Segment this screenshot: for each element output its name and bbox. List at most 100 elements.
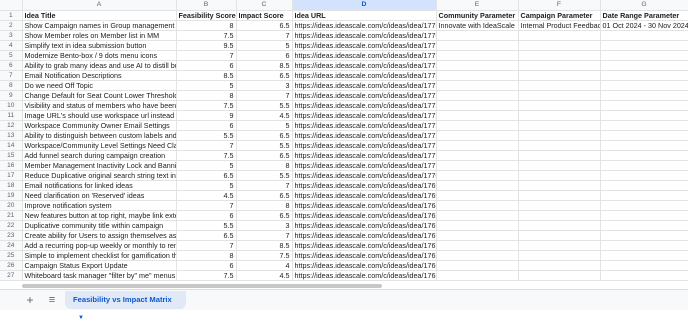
row-header[interactable]: 11	[0, 110, 23, 121]
cell-imp[interactable]: 6.5	[236, 130, 293, 141]
row-header[interactable]: 2	[0, 20, 23, 31]
cell-url[interactable]: https://ideas.ideascale.com/c/ideas/idea…	[292, 70, 437, 81]
cell-campaign[interactable]	[518, 160, 601, 171]
cell-feas[interactable]: 8	[176, 250, 237, 261]
cell-url[interactable]: https://ideas.ideascale.com/c/ideas/idea…	[292, 40, 437, 51]
cell-title[interactable]: Simplify text in idea submission button	[22, 40, 177, 51]
column-header-b[interactable]: B	[176, 0, 237, 11]
cell-feas[interactable]: 5.5	[176, 130, 237, 141]
cell-community[interactable]	[436, 110, 519, 121]
horizontal-scrollbar[interactable]	[22, 284, 382, 288]
cell-url[interactable]: Idea URL	[292, 10, 437, 21]
cell-community[interactable]	[436, 40, 519, 51]
cell-imp[interactable]: 6.5	[236, 190, 293, 201]
cell-url[interactable]: https://ideas.ideascale.com/c/ideas/idea…	[292, 190, 437, 201]
cell-title[interactable]: Add funnel search during campaign creati…	[22, 150, 177, 161]
cell-community[interactable]	[436, 270, 519, 281]
cell-campaign[interactable]: Campaign Parameter	[518, 10, 601, 21]
cell-community[interactable]: Innovate with IdeaScale	[436, 20, 519, 31]
cell-imp[interactable]: 6	[236, 50, 293, 61]
cell-title[interactable]: Campaign Status Export Update	[22, 260, 177, 271]
cell-feas[interactable]: 8	[176, 90, 237, 101]
sheet-tab-feasibility-impact[interactable]: Feasibility vs Impact Matrix▼	[65, 291, 186, 321]
cell-community[interactable]	[436, 80, 519, 91]
select-all-corner[interactable]	[0, 0, 23, 11]
row-header[interactable]: 3	[0, 30, 23, 41]
cell-date[interactable]	[600, 140, 688, 151]
cell-feas[interactable]: 5	[176, 80, 237, 91]
cell-feas[interactable]: 7	[176, 200, 237, 211]
cell-feas[interactable]: 9.5	[176, 40, 237, 51]
cell-url[interactable]: https://ideas.ideascale.com/c/ideas/idea…	[292, 100, 437, 111]
cell-date[interactable]	[600, 90, 688, 101]
cell-title[interactable]: Simple to implement checklist for gamifi…	[22, 250, 177, 261]
cell-url[interactable]: https://ideas.ideascale.com/c/ideas/idea…	[292, 170, 437, 181]
cell-title[interactable]: Change Default for Seat Count Lower Thre…	[22, 90, 177, 101]
cell-title[interactable]: Ability to distinguish between custom la…	[22, 130, 177, 141]
row-header[interactable]: 23	[0, 230, 23, 241]
cell-url[interactable]: https://ideas.ideascale.com/c/ideas/idea…	[292, 260, 437, 271]
cell-community[interactable]	[436, 160, 519, 171]
cell-date[interactable]	[600, 110, 688, 121]
cell-campaign[interactable]	[518, 180, 601, 191]
cell-date[interactable]	[600, 180, 688, 191]
row-header[interactable]: 22	[0, 220, 23, 231]
cell-url[interactable]: https://ideas.ideascale.com/c/ideas/idea…	[292, 110, 437, 121]
row-header[interactable]: 25	[0, 250, 23, 261]
cell-feas[interactable]: Feasibility Score	[176, 10, 237, 21]
row-header[interactable]: 12	[0, 120, 23, 131]
cell-campaign[interactable]	[518, 100, 601, 111]
cell-campaign[interactable]: Internal Product Feedback P	[518, 20, 601, 31]
cell-campaign[interactable]	[518, 220, 601, 231]
cell-campaign[interactable]	[518, 90, 601, 101]
column-header-g[interactable]: G	[600, 0, 688, 11]
cell-feas[interactable]: 6	[176, 60, 237, 71]
row-header[interactable]: 26	[0, 260, 23, 271]
cell-campaign[interactable]	[518, 210, 601, 221]
row-header[interactable]: 24	[0, 240, 23, 251]
add-sheet-icon[interactable]: +	[23, 293, 37, 307]
row-header[interactable]: 15	[0, 150, 23, 161]
cell-feas[interactable]: 5	[176, 160, 237, 171]
cell-date[interactable]	[600, 270, 688, 281]
cell-url[interactable]: https://ideas.ideascale.com/c/ideas/idea…	[292, 160, 437, 171]
cell-url[interactable]: https://ideas.ideascale.com/c/ideas/idea…	[292, 120, 437, 131]
cell-url[interactable]: https://ideas.ideascale.com/c/ideas/idea…	[292, 210, 437, 221]
cell-url[interactable]: https://ideas.ideascale.com/c/ideas/idea…	[292, 30, 437, 41]
cell-feas[interactable]: 6.5	[176, 170, 237, 181]
cell-date[interactable]	[600, 30, 688, 41]
cell-imp[interactable]: 4	[236, 260, 293, 271]
cell-title[interactable]: Workspace/Community Level Settings Need …	[22, 140, 177, 151]
cell-title[interactable]: Visibility and status of members who hav…	[22, 100, 177, 111]
cell-campaign[interactable]	[518, 150, 601, 161]
cell-date[interactable]: 01 Oct 2024 - 30 Nov 2024	[600, 20, 688, 31]
cell-imp[interactable]: 5.5	[236, 170, 293, 181]
cell-imp[interactable]: 7	[236, 30, 293, 41]
cell-url[interactable]: https://ideas.ideascale.com/c/ideas/idea…	[292, 50, 437, 61]
row-header[interactable]: 27	[0, 270, 23, 281]
cell-imp[interactable]: 7	[236, 90, 293, 101]
row-header[interactable]: 8	[0, 80, 23, 91]
cell-community[interactable]	[436, 230, 519, 241]
cell-feas[interactable]: 6.5	[176, 230, 237, 241]
row-header[interactable]: 1	[0, 10, 23, 21]
cell-title[interactable]: Ability to grab many ideas and use AI to…	[22, 60, 177, 71]
cell-feas[interactable]: 7.5	[176, 150, 237, 161]
row-header[interactable]: 6	[0, 60, 23, 71]
cell-feas[interactable]: 6	[176, 260, 237, 271]
cell-imp[interactable]: 3	[236, 220, 293, 231]
cell-community[interactable]	[436, 250, 519, 261]
row-header[interactable]: 18	[0, 180, 23, 191]
cell-title[interactable]: Image URL's should use workspace url ins…	[22, 110, 177, 121]
cell-title[interactable]: Email notifications for linked ideas	[22, 180, 177, 191]
cell-url[interactable]: https://ideas.ideascale.com/c/ideas/idea…	[292, 220, 437, 231]
cell-community[interactable]: Community Parameter	[436, 10, 519, 21]
cell-feas[interactable]: 8.5	[176, 70, 237, 81]
cell-feas[interactable]: 7.5	[176, 30, 237, 41]
cell-community[interactable]	[436, 240, 519, 251]
cell-date[interactable]	[600, 190, 688, 201]
cell-feas[interactable]: 6	[176, 120, 237, 131]
cell-feas[interactable]: 7	[176, 140, 237, 151]
cell-imp[interactable]: 6.5	[236, 150, 293, 161]
cell-campaign[interactable]	[518, 170, 601, 181]
